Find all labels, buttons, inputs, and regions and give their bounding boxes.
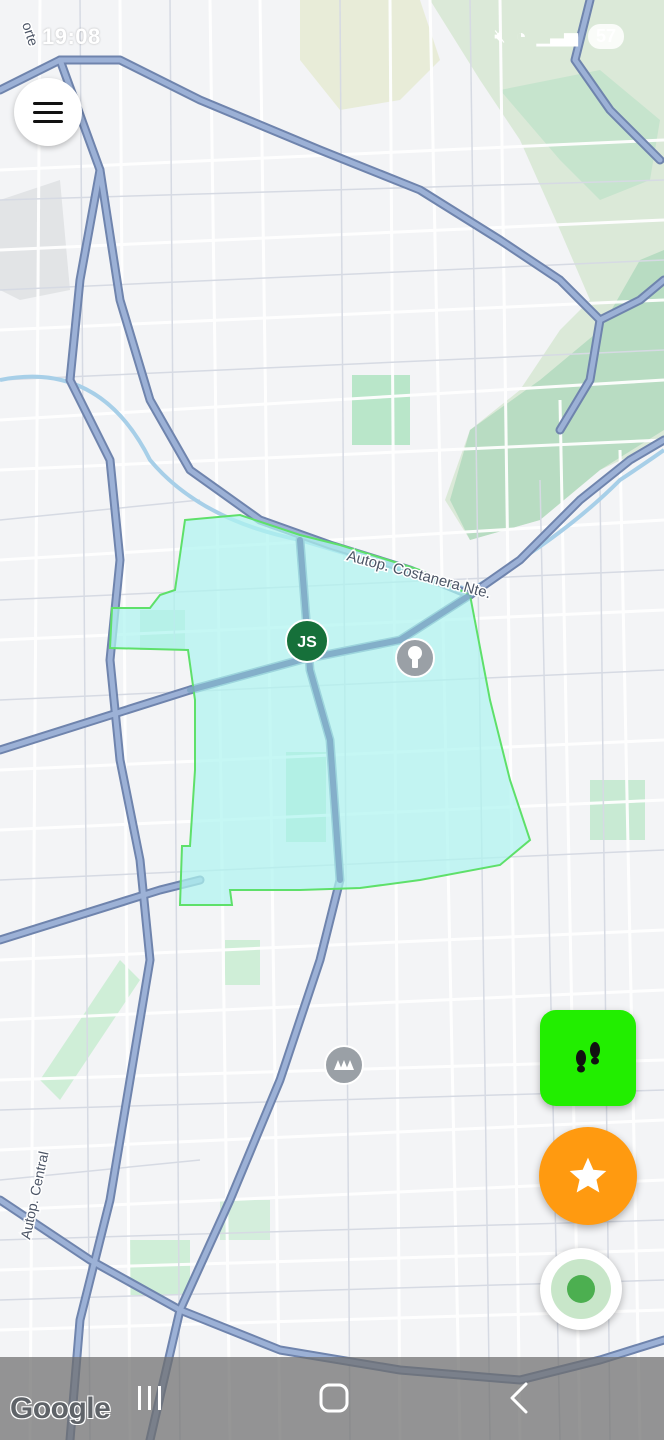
lightbulb-poi-icon[interactable]: [395, 638, 435, 678]
menu-icon: [33, 96, 63, 129]
recent-apps-icon[interactable]: [128, 1378, 172, 1418]
signal-icon: ▁▃▅: [536, 26, 578, 46]
home-icon[interactable]: [312, 1378, 356, 1418]
battery-indicator: 57: [587, 24, 624, 49]
location-icon: [551, 1259, 611, 1319]
user-initials: JS: [297, 634, 317, 651]
google-attribution: Google: [10, 1392, 111, 1425]
metro-poi-icon[interactable]: [324, 1045, 364, 1085]
status-time: 19:08: [42, 24, 101, 49]
user-location-marker[interactable]: JS: [285, 619, 329, 663]
back-icon[interactable]: [498, 1378, 542, 1418]
wifi-icon: ◔: [515, 26, 527, 46]
menu-button[interactable]: [14, 78, 82, 146]
walk-mode-button[interactable]: [540, 1010, 636, 1106]
star-icon: [569, 1157, 607, 1193]
map-view[interactable]: Autop. Costanera Nte. Autop. Central ort…: [0, 0, 664, 1440]
my-location-button[interactable]: [540, 1248, 622, 1330]
footprints-icon: [576, 1042, 600, 1073]
favorites-button[interactable]: [539, 1127, 637, 1225]
mute-icon: 🔇︎: [494, 26, 506, 46]
status-icons: 🔇︎ ◔ ▁▃▅ 57: [494, 24, 624, 49]
